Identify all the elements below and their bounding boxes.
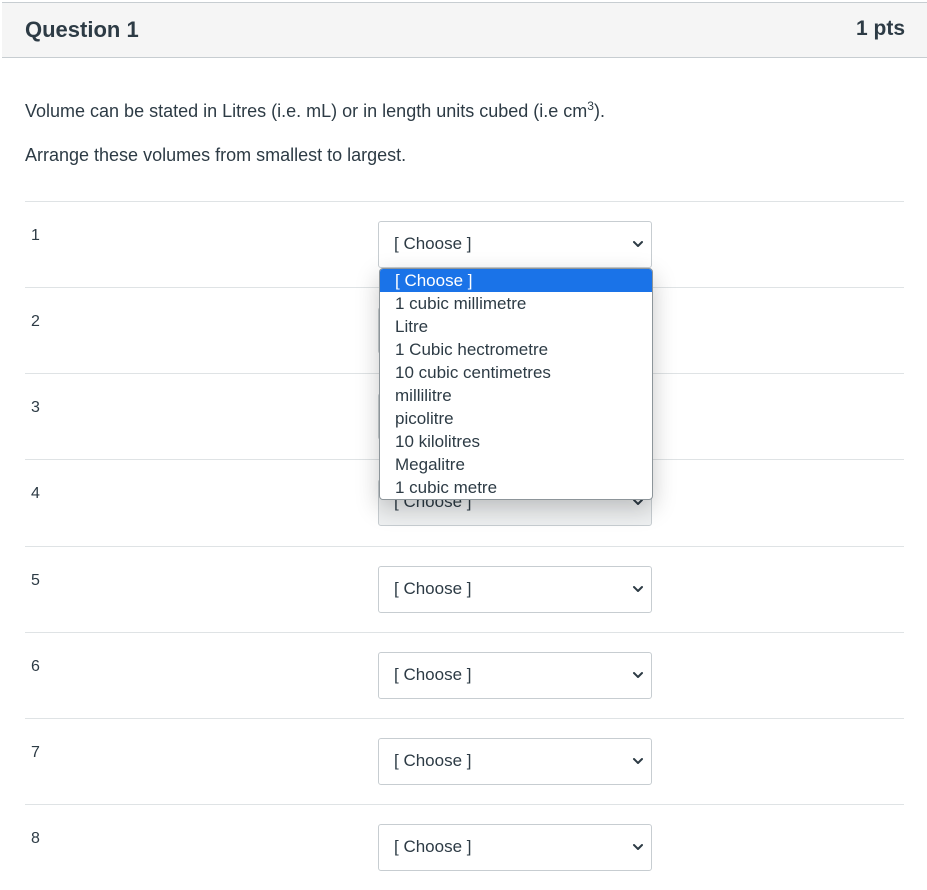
answer-select-5[interactable]: [ Choose ] [378, 566, 652, 613]
chevron-down-icon [633, 672, 643, 678]
select-value: [ Choose ] [394, 234, 472, 253]
select-value: [ Choose ] [394, 837, 472, 856]
dropdown-option[interactable]: 1 cubic metre [380, 476, 652, 499]
row-number: 4 [31, 485, 40, 502]
select-value: [ Choose ] [394, 751, 472, 770]
select-value: [ Choose ] [394, 665, 472, 684]
dropdown-option[interactable]: 1 Cubic hectrometre [380, 338, 652, 361]
dropdown-option[interactable]: picolitre [380, 407, 652, 430]
question-text-line2: Arrange these volumes from smallest to l… [25, 145, 407, 165]
dropdown-option[interactable]: Litre [380, 315, 652, 338]
answer-select-7[interactable]: [ Choose ] [378, 738, 652, 785]
chevron-down-icon [633, 844, 643, 850]
dropdown-list[interactable]: [ Choose ] 1 cubic millimetre Litre 1 Cubic… [379, 268, 653, 500]
dropdown-option[interactable]: 10 cubic centimetres [380, 361, 652, 384]
question-header: Question 1 1 pts [2, 2, 927, 58]
answer-row-8: 8 [ Choose ] [25, 804, 904, 890]
chevron-down-icon [633, 586, 643, 592]
row-number: 2 [31, 313, 40, 330]
dropdown-option[interactable]: 10 kilolitres [380, 430, 652, 453]
dropdown-option[interactable]: Megalitre [380, 453, 652, 476]
row-number: 1 [31, 227, 40, 244]
row-number: 5 [31, 572, 40, 589]
answer-select-1[interactable]: [ Choose ] [378, 221, 652, 268]
answer-row-6: 6 [ Choose ] [25, 632, 904, 718]
chevron-down-icon [633, 241, 643, 247]
answer-select-6[interactable]: [ Choose ] [378, 652, 652, 699]
row-number: 7 [31, 744, 40, 761]
question-text-line1: Volume can be stated in Litres (i.e. mL)… [25, 99, 605, 121]
answer-row-7: 7 [ Choose ] [25, 718, 904, 804]
question-title: Question 1 [25, 17, 139, 42]
chevron-down-icon [633, 758, 643, 764]
dropdown-option[interactable]: [ Choose ] [380, 269, 652, 292]
question-points: 1 pts [855, 17, 905, 40]
dropdown-option[interactable]: millilitre [380, 384, 652, 407]
dropdown-option[interactable]: 1 cubic millimetre [380, 292, 652, 315]
select-value: [ Choose ] [394, 579, 472, 598]
answer-select-8[interactable]: [ Choose ] [378, 824, 652, 871]
row-number: 8 [31, 830, 40, 847]
row-number: 3 [31, 399, 40, 416]
answer-row-5: 5 [ Choose ] [25, 546, 904, 632]
row-number: 6 [31, 658, 40, 675]
